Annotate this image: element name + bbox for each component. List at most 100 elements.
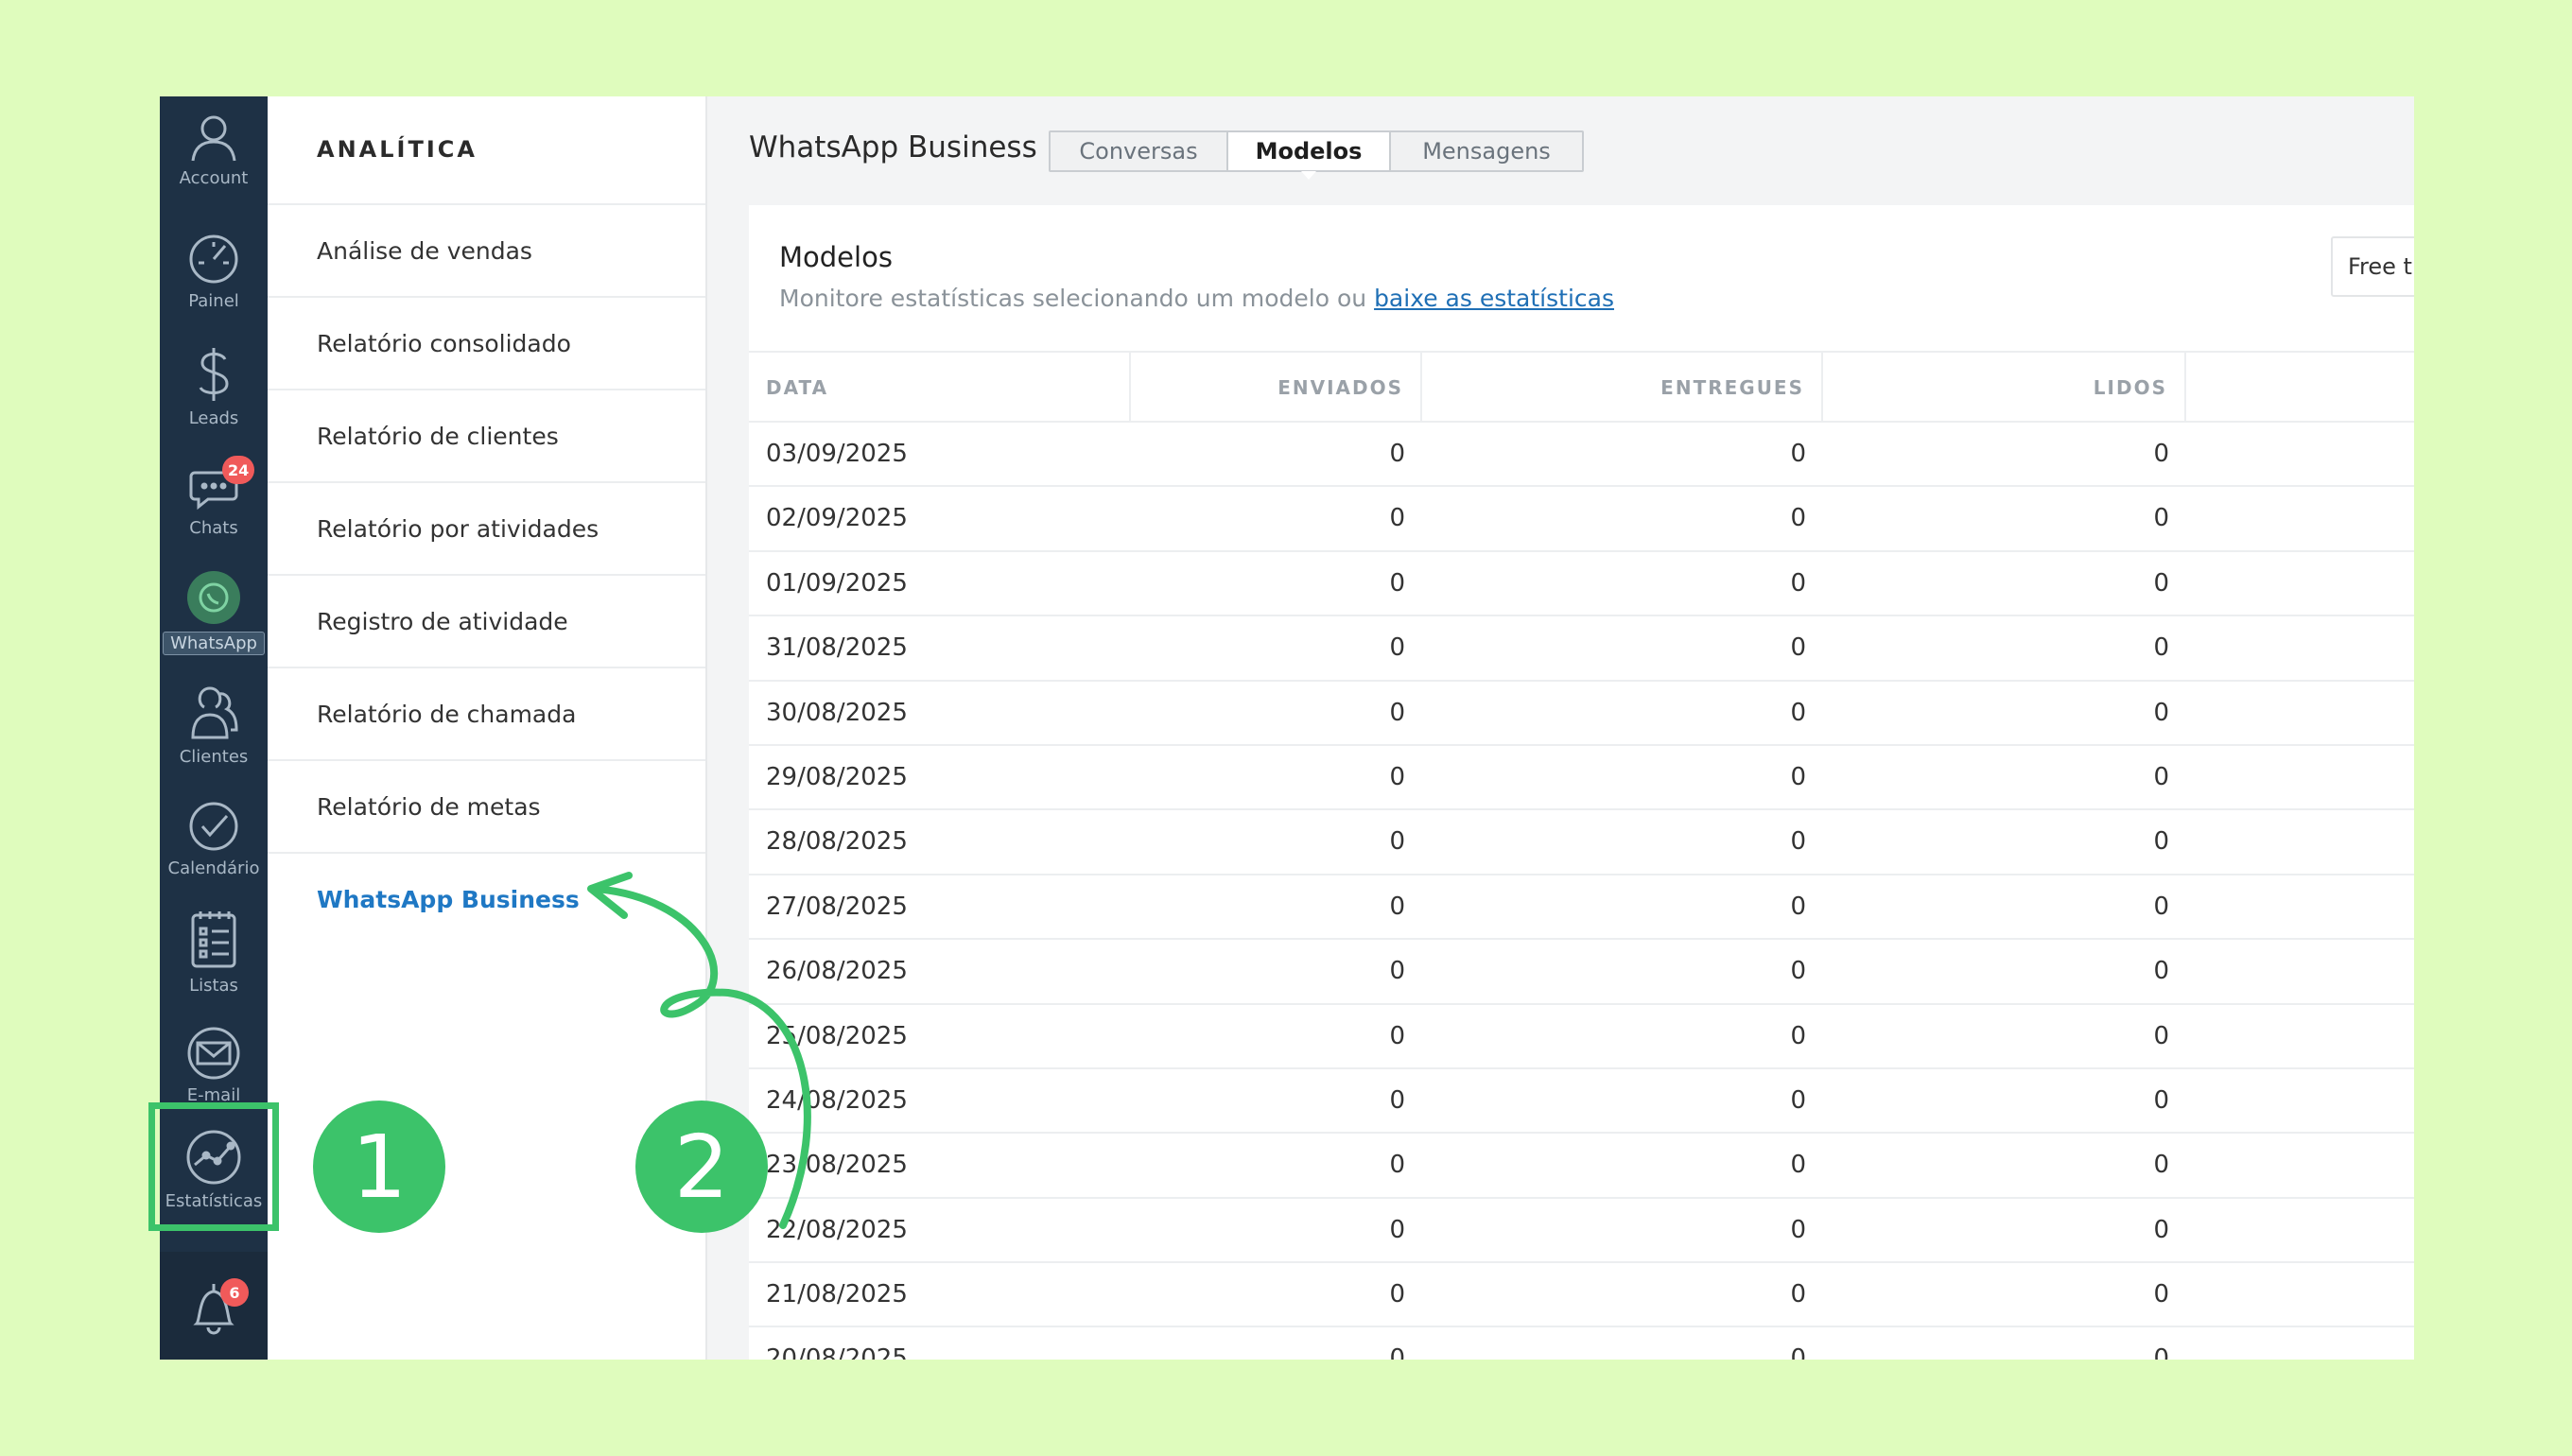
cell-count: 0: [2153, 1151, 2169, 1180]
cell-count: 0: [1389, 698, 1405, 727]
table-header: DATA ENVIADOS ENTREGUES LIDOS: [749, 351, 2414, 423]
check-icon: [189, 802, 238, 851]
submenu-item-relatorio-de-clientes[interactable]: Relatório de clientes: [268, 389, 705, 481]
tab-conversas[interactable]: Conversas: [1051, 132, 1228, 170]
cell-count: 0: [1790, 892, 1806, 921]
nav-item-painel[interactable]: Painel: [160, 233, 268, 311]
cell-count: 0: [1790, 568, 1806, 598]
cell-count: 0: [1389, 568, 1405, 598]
cell-count: 0: [1389, 440, 1405, 468]
cell-count: 0: [1389, 633, 1405, 663]
submenu-item-relatorio-por-atividades[interactable]: Relatório por atividades: [268, 481, 705, 574]
stats-table: DATA ENVIADOS ENTREGUES LIDOS 03/09/2025…: [749, 351, 2414, 1360]
cell-count: 0: [2153, 504, 2169, 533]
cell-date: 30/08/2025: [766, 698, 908, 727]
cell-count: 0: [1790, 827, 1806, 857]
nav-item-clientes[interactable]: Clientes: [160, 683, 268, 767]
nav-item-email[interactable]: E-mail: [160, 1027, 268, 1105]
cell-date: 22/08/2025: [766, 1215, 908, 1244]
download-stats-link[interactable]: baixe as estatísticas: [1374, 285, 1614, 312]
table-row[interactable]: 23/08/2025 0 0 0: [749, 1134, 2414, 1199]
nav-label: Leads: [188, 408, 239, 428]
cell-date: 31/08/2025: [766, 633, 908, 663]
submenu-item-relatorio-consolidado[interactable]: Relatório consolidado: [268, 296, 705, 389]
submenu-item-whatsapp-business[interactable]: WhatsApp Business: [268, 852, 705, 945]
submenu-item-relatorio-de-metas[interactable]: Relatório de metas: [268, 759, 705, 852]
cell-count: 0: [2153, 1280, 2169, 1309]
cell-count: 0: [1790, 1151, 1806, 1180]
cell-count: 0: [2153, 827, 2169, 857]
card-subtitle: Monitore estatísticas selecionando um mo…: [779, 285, 1614, 312]
table-row[interactable]: 26/08/2025 0 0 0: [749, 940, 2414, 1005]
nav-item-notifications[interactable]: 6: [160, 1278, 268, 1341]
nav-label: Chats: [189, 518, 238, 538]
cell-count: 0: [1790, 762, 1806, 791]
nav-item-chats[interactable]: 24 Chats: [160, 456, 268, 538]
cell-count: 0: [1790, 633, 1806, 663]
table-row[interactable]: 30/08/2025 0 0 0: [749, 682, 2414, 746]
submenu-item-registro-de-atividade[interactable]: Registro de atividade: [268, 574, 705, 667]
table-row[interactable]: 21/08/2025 0 0 0: [749, 1263, 2414, 1328]
nav-item-leads[interactable]: Leads: [160, 344, 268, 428]
contacts-icon: [191, 686, 238, 739]
cell-count: 0: [1389, 504, 1405, 533]
table-row[interactable]: 27/08/2025 0 0 0: [749, 875, 2414, 941]
cell-count: 0: [2153, 957, 2169, 986]
nav-label: Account: [179, 168, 249, 188]
cell-date: 21/08/2025: [766, 1280, 908, 1309]
table-row[interactable]: 31/08/2025 0 0 0: [749, 616, 2414, 682]
cell-count: 0: [2153, 892, 2169, 921]
nav-item-calendario[interactable]: Calendário: [160, 800, 268, 878]
column-header-entregues[interactable]: ENTREGUES: [1422, 353, 1823, 423]
table-row[interactable]: 29/08/2025 0 0 0: [749, 746, 2414, 811]
whatsapp-icon: [187, 571, 240, 624]
user-icon: [191, 115, 236, 162]
nav-item-whatsapp[interactable]: WhatsApp: [160, 569, 268, 655]
cell-date: 03/09/2025: [766, 440, 908, 468]
cell-count: 0: [1389, 762, 1405, 791]
submenu-item-analise-de-vendas[interactable]: Análise de vendas: [268, 203, 705, 296]
cell-date: 23/08/2025: [766, 1151, 908, 1180]
cell-date: 27/08/2025: [766, 892, 908, 921]
tab-bar: Conversas Modelos Mensagens: [1049, 130, 1584, 180]
cell-date: 25/08/2025: [766, 1021, 908, 1050]
cell-count: 0: [1790, 504, 1806, 533]
submenu-item-relatorio-de-chamada[interactable]: Relatório de chamada: [268, 667, 705, 759]
table-row[interactable]: 24/08/2025 0 0 0: [749, 1069, 2414, 1135]
cell-date: 29/08/2025: [766, 762, 908, 791]
cell-count: 0: [1389, 1344, 1405, 1360]
dashboard-icon: [189, 234, 238, 284]
free-trial-button[interactable]: Free tr: [2331, 236, 2414, 297]
cell-count: 0: [1790, 957, 1806, 986]
table-row[interactable]: 22/08/2025 0 0 0: [749, 1199, 2414, 1264]
table-row[interactable]: 20/08/2025 0 0 0: [749, 1327, 2414, 1360]
table-row[interactable]: 01/09/2025 0 0 0: [749, 552, 2414, 617]
cell-date: 01/09/2025: [766, 568, 908, 598]
tab-modelos[interactable]: Modelos: [1228, 132, 1391, 180]
column-header-enviados[interactable]: ENVIADOS: [1131, 353, 1422, 423]
nav-label: Clientes: [179, 747, 249, 767]
column-header-data[interactable]: DATA: [749, 353, 1131, 423]
tab-mensagens[interactable]: Mensagens: [1391, 132, 1582, 170]
nav-item-listas[interactable]: Listas: [160, 910, 268, 996]
cell-count: 0: [1790, 1021, 1806, 1050]
cell-count: 0: [1389, 1280, 1405, 1309]
cell-count: 0: [1790, 1085, 1806, 1115]
column-header-lidos[interactable]: LIDOS: [1823, 353, 2186, 423]
table-row[interactable]: 25/08/2025 0 0 0: [749, 1005, 2414, 1069]
table-row[interactable]: 02/09/2025 0 0 0: [749, 487, 2414, 552]
table-row[interactable]: 28/08/2025 0 0 0: [749, 810, 2414, 875]
table-body: 03/09/2025 0 0 0 02/09/2025 0 0 0 01/09/2025 0 0 0 3…: [749, 423, 2414, 1360]
nav-label: Listas: [189, 976, 238, 996]
cell-date: 02/09/2025: [766, 504, 908, 533]
cell-date: 28/08/2025: [766, 827, 908, 857]
submenu-title: ANALÍTICA: [317, 136, 478, 163]
cell-count: 0: [1389, 827, 1405, 857]
nav-label: Painel: [188, 291, 239, 311]
nav-item-account[interactable]: Account: [160, 110, 268, 188]
column-header-empty: [2186, 353, 2414, 423]
cell-count: 0: [2153, 762, 2169, 791]
table-row[interactable]: 03/09/2025 0 0 0: [749, 423, 2414, 488]
cell-date: 20/08/2025: [766, 1344, 908, 1360]
cell-count: 0: [1790, 1280, 1806, 1309]
